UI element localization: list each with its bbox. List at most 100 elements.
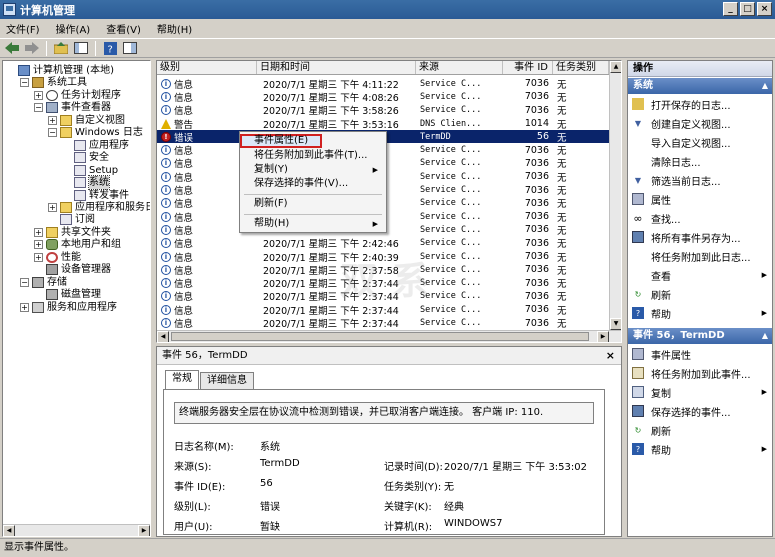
actions-section-system[interactable]: 系统 ▲ bbox=[628, 78, 772, 94]
tree-item[interactable]: + 应用程序和服务日志 bbox=[48, 201, 150, 214]
actions-section-event[interactable]: 事件 56，TermDD ▲ bbox=[628, 328, 772, 344]
close-icon[interactable]: × bbox=[606, 349, 615, 362]
action-item[interactable]: ↻ 刷新 bbox=[628, 286, 772, 302]
tree-item[interactable]: 设备管理器 bbox=[34, 263, 111, 276]
column-task-category[interactable]: 任务类别 bbox=[553, 61, 609, 74]
scroll-left-button[interactable]: ◀ bbox=[157, 331, 169, 342]
tree-item[interactable]: 安全 bbox=[62, 151, 109, 164]
action-item[interactable]: 查看 ▶ bbox=[628, 267, 772, 283]
tree-item[interactable]: Setup bbox=[62, 164, 118, 177]
ctx-refresh[interactable]: 刷新(F) bbox=[242, 197, 384, 211]
ctx-save-selected[interactable]: 保存选择的事件(V)... bbox=[242, 177, 384, 191]
scroll-right-button[interactable]: ▶ bbox=[597, 331, 609, 342]
tree-item[interactable]: + 共享文件夹 bbox=[34, 226, 111, 239]
cell-event-id: 7036 bbox=[524, 171, 549, 183]
minimize-button[interactable]: _ bbox=[723, 2, 738, 16]
action-item[interactable]: 将所有事件另存为... bbox=[628, 229, 772, 245]
tree-item[interactable]: 应用程序 bbox=[62, 139, 129, 152]
column-datetime[interactable]: 日期和时间 bbox=[257, 61, 416, 74]
expand-icon[interactable]: + bbox=[48, 115, 57, 125]
expand-icon[interactable]: + bbox=[34, 90, 43, 100]
scroll-right-button[interactable]: ▶ bbox=[138, 525, 150, 536]
tree-item[interactable]: 订阅 bbox=[48, 213, 95, 226]
menu-file[interactable]: 文件(F) bbox=[6, 21, 40, 36]
expand-icon[interactable]: + bbox=[48, 202, 57, 212]
expand-icon[interactable]: + bbox=[20, 302, 29, 312]
action-item[interactable]: ∞ 查找... bbox=[628, 210, 772, 226]
action-item[interactable]: 清除日志... bbox=[628, 153, 772, 169]
table-row[interactable]: i 信息 2020/7/1 星期三 下午 2:37:44 Service C... 70… bbox=[157, 303, 609, 317]
collapse-icon[interactable]: − bbox=[20, 277, 29, 287]
tree-item[interactable]: − 事件查看器 bbox=[34, 101, 111, 114]
scroll-left-button[interactable]: ◀ bbox=[3, 525, 15, 536]
menu-view[interactable]: 查看(V) bbox=[106, 21, 141, 36]
tree-item[interactable]: 磁盘管理 bbox=[34, 288, 101, 301]
event-message[interactable]: 终端服务器安全层在协议流中检测到错误，并已取消客户端连接。 客户端 IP: 11… bbox=[174, 402, 594, 424]
expand-icon[interactable]: + bbox=[34, 252, 43, 262]
action-item[interactable]: ▼ 筛选当前日志... bbox=[628, 172, 772, 188]
show-hide-tree-icon[interactable] bbox=[73, 40, 89, 56]
tree-item[interactable]: 转发事件 bbox=[62, 189, 129, 202]
event-list-hscroll[interactable]: ◀ ▶ bbox=[157, 330, 621, 342]
table-row[interactable]: i 信息 2020/7/1 星期三 下午 3:58:26 Service C... 70… bbox=[157, 104, 609, 117]
collapse-icon[interactable]: − bbox=[48, 128, 57, 138]
tree-hscroll[interactable]: ◀ ▶ bbox=[3, 524, 150, 536]
expand-icon[interactable]: + bbox=[34, 240, 43, 250]
level-text: 信息 bbox=[174, 212, 194, 224]
event-action-item[interactable]: 保存选择的事件... bbox=[628, 403, 772, 419]
collapse-icon[interactable]: − bbox=[20, 78, 29, 88]
ctx-attach-task[interactable]: 将任务附加到此事件(T)... bbox=[242, 149, 384, 163]
menu-help[interactable]: 帮助(H) bbox=[157, 21, 192, 36]
table-row[interactable]: i 信息 2020/7/1 星期三 下午 4:08:26 Service C... 70… bbox=[157, 90, 609, 104]
cell-source: Service C... bbox=[420, 171, 482, 182]
ctx-help[interactable]: 帮助(H) ▶ bbox=[242, 217, 384, 231]
table-row[interactable]: i 信息 2020/7/1 星期三 下午 2:37:44 Service C... 70… bbox=[157, 316, 609, 330]
tree-item[interactable]: 系统 bbox=[62, 175, 110, 191]
event-action-item[interactable]: 复制 ▶ bbox=[628, 384, 772, 400]
forward-arrow-icon[interactable] bbox=[24, 40, 40, 56]
action-item[interactable]: 将任务附加到此日志... bbox=[628, 248, 772, 264]
tree-item[interactable]: − 系统工具 bbox=[20, 76, 87, 89]
tree-item[interactable]: + 本地用户和组 bbox=[34, 238, 121, 251]
event-list-vscroll[interactable]: ▲ ▼ bbox=[609, 61, 621, 330]
expand-icon[interactable]: + bbox=[34, 227, 43, 237]
column-source[interactable]: 来源 bbox=[416, 61, 503, 74]
column-event-id[interactable]: 事件 ID bbox=[503, 61, 553, 74]
action-item[interactable]: 属性 bbox=[628, 191, 772, 207]
action-item[interactable]: ▼ 创建自定义视图... bbox=[628, 115, 772, 131]
tree-item[interactable]: + 服务和应用程序 bbox=[20, 301, 117, 314]
action-item[interactable]: ? 帮助 ▶ bbox=[628, 305, 772, 321]
cell-task-category: 无 bbox=[557, 212, 567, 224]
maximize-button[interactable]: □ bbox=[740, 2, 755, 16]
action-item[interactable]: 导入自定义视图... bbox=[628, 134, 772, 150]
scroll-down-button[interactable]: ▼ bbox=[610, 318, 621, 330]
action-item[interactable]: 打开保存的日志... bbox=[628, 96, 772, 112]
event-action-item[interactable]: 事件属性 bbox=[628, 346, 772, 362]
event-action-item[interactable]: 将任务附加到此事件... bbox=[628, 365, 772, 381]
event-action-item[interactable]: ↻ 刷新 bbox=[628, 422, 772, 438]
ctx-event-properties[interactable]: 事件属性(E) bbox=[240, 134, 322, 148]
tree-item[interactable]: + 自定义视图 bbox=[48, 114, 125, 127]
ctx-copy[interactable]: 复制(Y) ▶ bbox=[242, 163, 384, 177]
table-row[interactable]: 警告 2020/7/1 星期三 下午 3:53:16 DNS Clien... 101… bbox=[157, 117, 609, 131]
close-button[interactable]: × bbox=[757, 2, 772, 16]
column-level[interactable]: 级别 bbox=[157, 61, 257, 74]
properties-pane-icon[interactable] bbox=[122, 40, 138, 56]
tree-item[interactable]: + 性能 bbox=[34, 251, 81, 264]
tab-general[interactable]: 常规 bbox=[165, 370, 199, 389]
help-icon[interactable]: ? bbox=[102, 40, 118, 56]
hscroll-thumb[interactable] bbox=[171, 332, 589, 341]
tree-item[interactable]: 计算机管理 (本地) bbox=[6, 64, 114, 77]
table-row[interactable]: i 信息 2020/7/1 星期三 下午 4:11:22 Service C... 70… bbox=[157, 77, 609, 91]
table-row[interactable]: i 信息 2020/7/1 星期三 下午 2:42:46 Service C... 70… bbox=[157, 237, 609, 250]
menu-action[interactable]: 操作(A) bbox=[56, 21, 91, 36]
back-arrow-icon[interactable] bbox=[4, 40, 20, 56]
collapse-icon[interactable]: − bbox=[34, 103, 43, 113]
up-folder-icon[interactable] bbox=[53, 40, 69, 56]
scroll-up-button[interactable]: ▲ bbox=[610, 61, 621, 73]
tab-details[interactable]: 详细信息 bbox=[200, 372, 254, 389]
tree-item[interactable]: − 存储 bbox=[20, 276, 67, 289]
tree-item[interactable]: − Windows 日志 bbox=[48, 126, 143, 139]
event-action-item[interactable]: ? 帮助 ▶ bbox=[628, 441, 772, 457]
tree-item[interactable]: + 任务计划程序 bbox=[34, 89, 121, 102]
